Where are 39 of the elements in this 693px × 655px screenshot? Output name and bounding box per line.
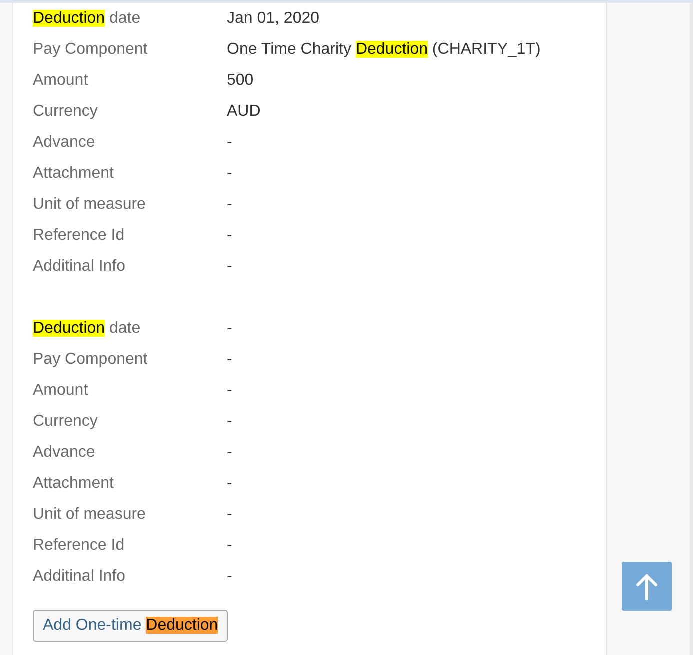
field-value: One Time Charity Deduction (CHARITY_1T): [227, 40, 541, 58]
field-label: Amount: [33, 72, 90, 90]
field-label: Advance: [33, 444, 96, 462]
field-value: -: [227, 506, 232, 524]
field-value: -: [227, 444, 232, 462]
field-label: Pay Component: [33, 40, 149, 58]
field-label: Attachment: [33, 164, 115, 182]
scroll-to-top-button[interactable]: [622, 562, 672, 611]
field-label: Advance: [33, 134, 96, 152]
field-label: Unit of measure: [33, 196, 147, 214]
field-value: -: [227, 350, 232, 368]
field-value: -: [227, 196, 232, 214]
field-value: -: [227, 134, 232, 152]
field-label: Deduction date: [33, 10, 142, 28]
add-deduction-button[interactable]: Add One-time Deduction: [33, 610, 228, 642]
field-label: Reference Id: [33, 536, 126, 554]
field-value: -: [227, 164, 232, 182]
field-value: -: [227, 258, 232, 276]
field-label: Currency: [33, 412, 99, 430]
field-value: AUD: [227, 102, 261, 120]
field-value: -: [227, 568, 232, 586]
field-value: -: [227, 412, 232, 430]
field-value: 500: [227, 72, 254, 90]
field-label: Pay Component: [33, 350, 149, 368]
field-value: -: [227, 226, 232, 244]
field-label: Deduction date: [33, 320, 142, 338]
up-arrow-icon: [636, 572, 658, 600]
field-label: Attachment: [33, 474, 115, 492]
field-value: Jan 01, 2020: [227, 10, 320, 28]
field-label: Amount: [33, 382, 90, 400]
field-value: -: [227, 536, 232, 554]
field-label: Currency: [33, 102, 99, 120]
field-label: Additinal Info: [33, 258, 127, 276]
field-value: -: [227, 474, 232, 492]
field-label: Reference Id: [33, 226, 126, 244]
field-label: Unit of measure: [33, 506, 147, 524]
field-label: Additinal Info: [33, 568, 127, 586]
field-value: -: [227, 320, 232, 338]
field-value: -: [227, 382, 232, 400]
